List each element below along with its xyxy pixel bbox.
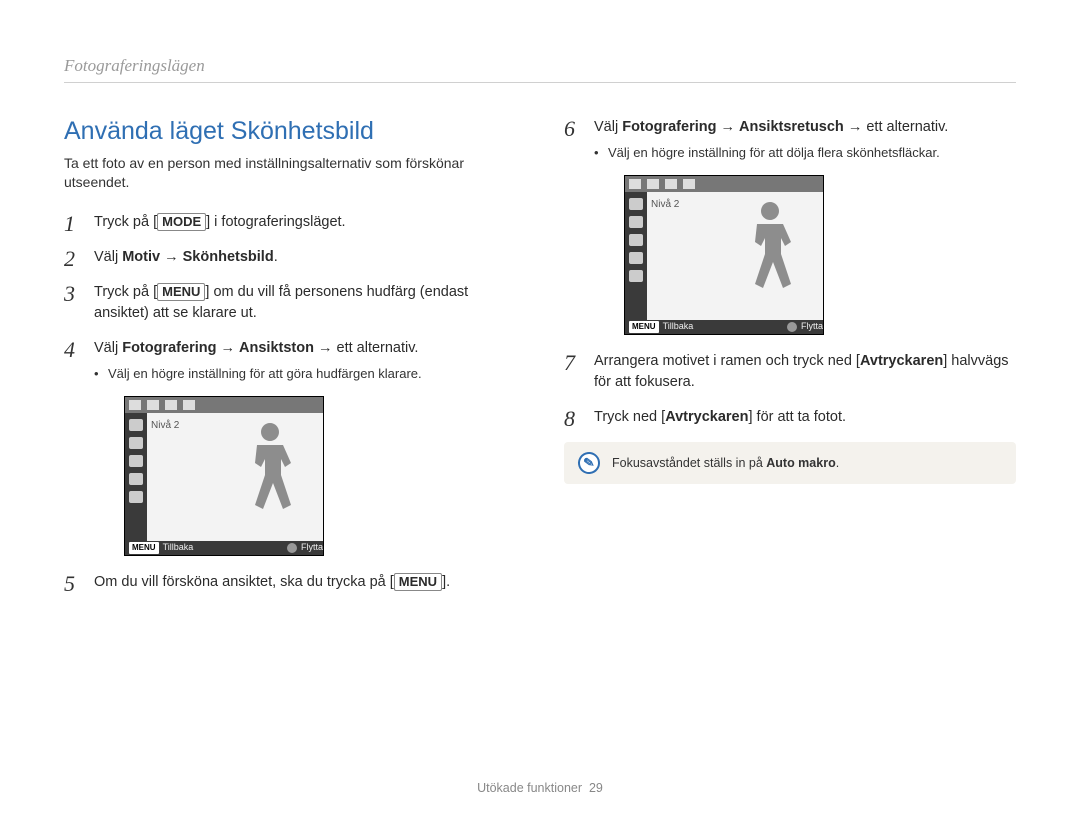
preview-level-label: Nivå 2: [151, 419, 179, 434]
person-silhouette-icon: [235, 415, 305, 525]
note-text: Fokusavståndet ställs in på Auto makro.: [612, 456, 839, 470]
preview-left-icons: [125, 413, 147, 541]
preview-move-label: Flytta: [301, 541, 323, 554]
bold-auto-makro: Auto makro: [766, 456, 835, 470]
preview-left-icons: [625, 192, 647, 320]
preview-top-bar: [625, 176, 823, 192]
step-number: 5: [64, 568, 75, 600]
footer-section-label: Utökade funktioner: [477, 781, 582, 795]
steps-right: 6 Välj Fotografering → Ansiktsretusch → …: [564, 117, 1016, 428]
preview-level-label: Nivå 2: [651, 198, 679, 213]
preview-top-icon: [665, 179, 677, 189]
step-number: 4: [64, 334, 75, 366]
note-icon: ✎: [577, 450, 602, 475]
steps-left: 1 Tryck på [MODE] i fotograferingsläget.…: [64, 212, 516, 593]
manual-page: Fotograferingslägen Använda läget Skönhe…: [0, 0, 1080, 815]
bold-avtryckaren: Avtryckaren: [860, 353, 943, 369]
preview-menu-badge: MENU: [629, 321, 659, 333]
step-number: 6: [564, 113, 575, 145]
step-text: Tryck på [: [94, 214, 157, 230]
right-column: 6 Välj Fotografering → Ansiktsretusch → …: [564, 117, 1016, 607]
bold-fotografering: Fotografering: [122, 340, 216, 356]
note-box: ✎ Fokusavståndet ställs in på Auto makro…: [564, 442, 1016, 484]
camera-preview-ansiktsretusch: Nivå 2 MENU Tillbaka Flytta: [624, 175, 824, 335]
preview-bottom-bar: MENU Tillbaka Flytta: [125, 541, 323, 555]
preview-menu-badge: MENU: [129, 542, 159, 554]
step-number: 7: [564, 347, 575, 379]
step-number: 3: [64, 278, 75, 310]
step-2: 2 Välj Motiv → Skönhetsbild.: [64, 247, 516, 268]
preview-top-bar: [125, 397, 323, 413]
bold-avtryckaren: Avtryckaren: [665, 409, 748, 425]
step-6-bullet: Välj en högre inställning för att dölja …: [594, 144, 1016, 163]
left-column: Använda läget Skönhetsbild Ta ett foto a…: [64, 117, 516, 607]
preview-side-icon: [629, 270, 643, 282]
preview-top-icon: [647, 179, 659, 189]
preview-top-icon: [629, 179, 641, 189]
step-number: 8: [564, 403, 575, 435]
mode-button-label: MODE: [157, 213, 206, 231]
preview-top-icon: [165, 400, 177, 410]
preview-nav-icon: [287, 543, 297, 553]
bold-ansiktston: Ansiktston: [239, 340, 314, 356]
preview-side-icon: [129, 455, 143, 467]
preview-top-icon: [129, 400, 141, 410]
step-number: 1: [64, 208, 75, 240]
step-3: 3 Tryck på [MENU] om du vill få personen…: [64, 282, 516, 324]
bold-ansiktsretusch: Ansiktsretusch: [739, 119, 844, 135]
step-4-bullet: Välj en högre inställning för att göra h…: [94, 365, 516, 384]
preview-back-label: Tillbaka: [663, 320, 694, 333]
step-8: 8 Tryck ned [Avtryckaren] för att ta fot…: [564, 407, 1016, 428]
preview-top-icon: [683, 179, 695, 189]
step-5: 5 Om du vill försköna ansiktet, ska du t…: [64, 572, 516, 593]
camera-preview-ansiktston: Nivå 2 MENU Tillbaka Flytta: [124, 396, 324, 556]
step-1: 1 Tryck på [MODE] i fotograferingsläget.: [64, 212, 516, 233]
preview-move-label: Flytta: [801, 320, 823, 333]
step-6: 6 Välj Fotografering → Ansiktsretusch → …: [564, 117, 1016, 335]
preview-side-icon: [629, 216, 643, 228]
step-7: 7 Arrangera motivet i ramen och tryck ne…: [564, 351, 1016, 393]
breadcrumb: Fotograferingslägen: [64, 56, 1016, 76]
preview-top-icon: [147, 400, 159, 410]
person-silhouette-icon: [735, 194, 805, 304]
bold-skonhetsbild: Skönhetsbild: [183, 249, 274, 265]
divider: [64, 82, 1016, 83]
page-title: Använda läget Skönhetsbild: [64, 117, 516, 146]
preview-side-icon: [129, 437, 143, 449]
step-number: 2: [64, 243, 75, 275]
preview-side-icon: [629, 234, 643, 246]
preview-side-icon: [129, 473, 143, 485]
preview-side-icon: [629, 198, 643, 210]
two-column-layout: Använda läget Skönhetsbild Ta ett foto a…: [64, 117, 1016, 607]
preview-bottom-bar: MENU Tillbaka Flytta: [625, 320, 823, 334]
footer-page-number: 29: [589, 781, 603, 795]
preview-side-icon: [629, 252, 643, 264]
preview-side-icon: [129, 419, 143, 431]
preview-top-icon: [183, 400, 195, 410]
preview-side-icon: [129, 491, 143, 503]
bold-motiv: Motiv: [122, 249, 160, 265]
preview-back-label: Tillbaka: [163, 541, 194, 554]
preview-nav-icon: [787, 322, 797, 332]
step-4: 4 Välj Fotografering → Ansiktston → ett …: [64, 338, 516, 556]
bold-fotografering: Fotografering: [622, 119, 716, 135]
page-footer: Utökade funktioner 29: [0, 781, 1080, 795]
menu-button-label: MENU: [394, 573, 442, 591]
intro-text: Ta ett foto av en person med inställning…: [64, 154, 516, 192]
menu-button-label: MENU: [157, 283, 205, 301]
